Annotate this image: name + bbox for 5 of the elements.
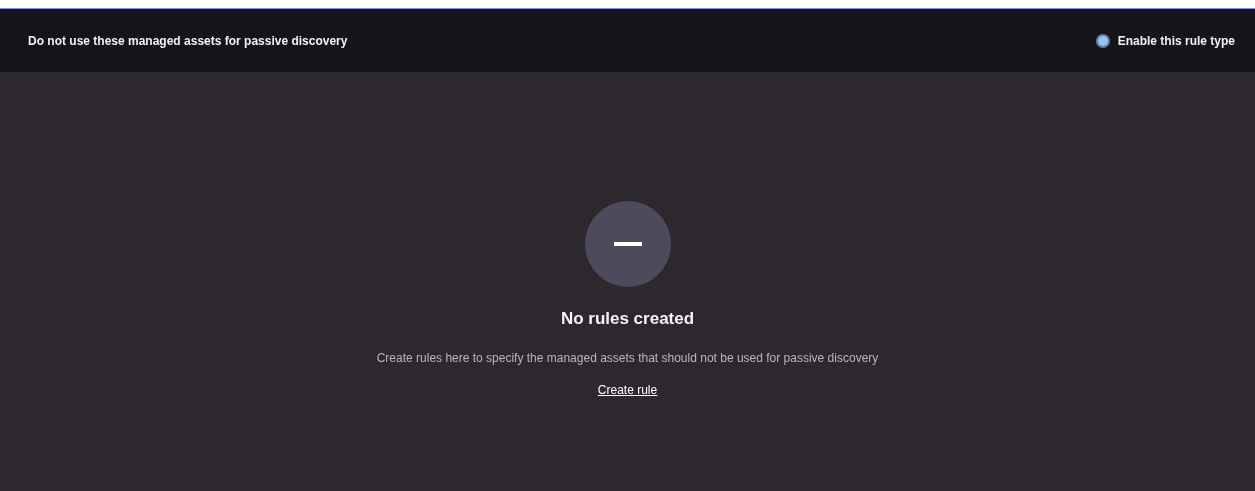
empty-state-title: No rules created	[560, 309, 695, 329]
enable-rule-radio[interactable]: Enable this rule type	[1095, 33, 1235, 48]
section-title: Do not use these managed assets for passive discovery	[28, 33, 348, 48]
empty-state-description: Create rules here to specify the managed assets that should not be used for passive discovery	[376, 350, 879, 367]
create-rule-link[interactable]: Create rule	[597, 383, 658, 397]
